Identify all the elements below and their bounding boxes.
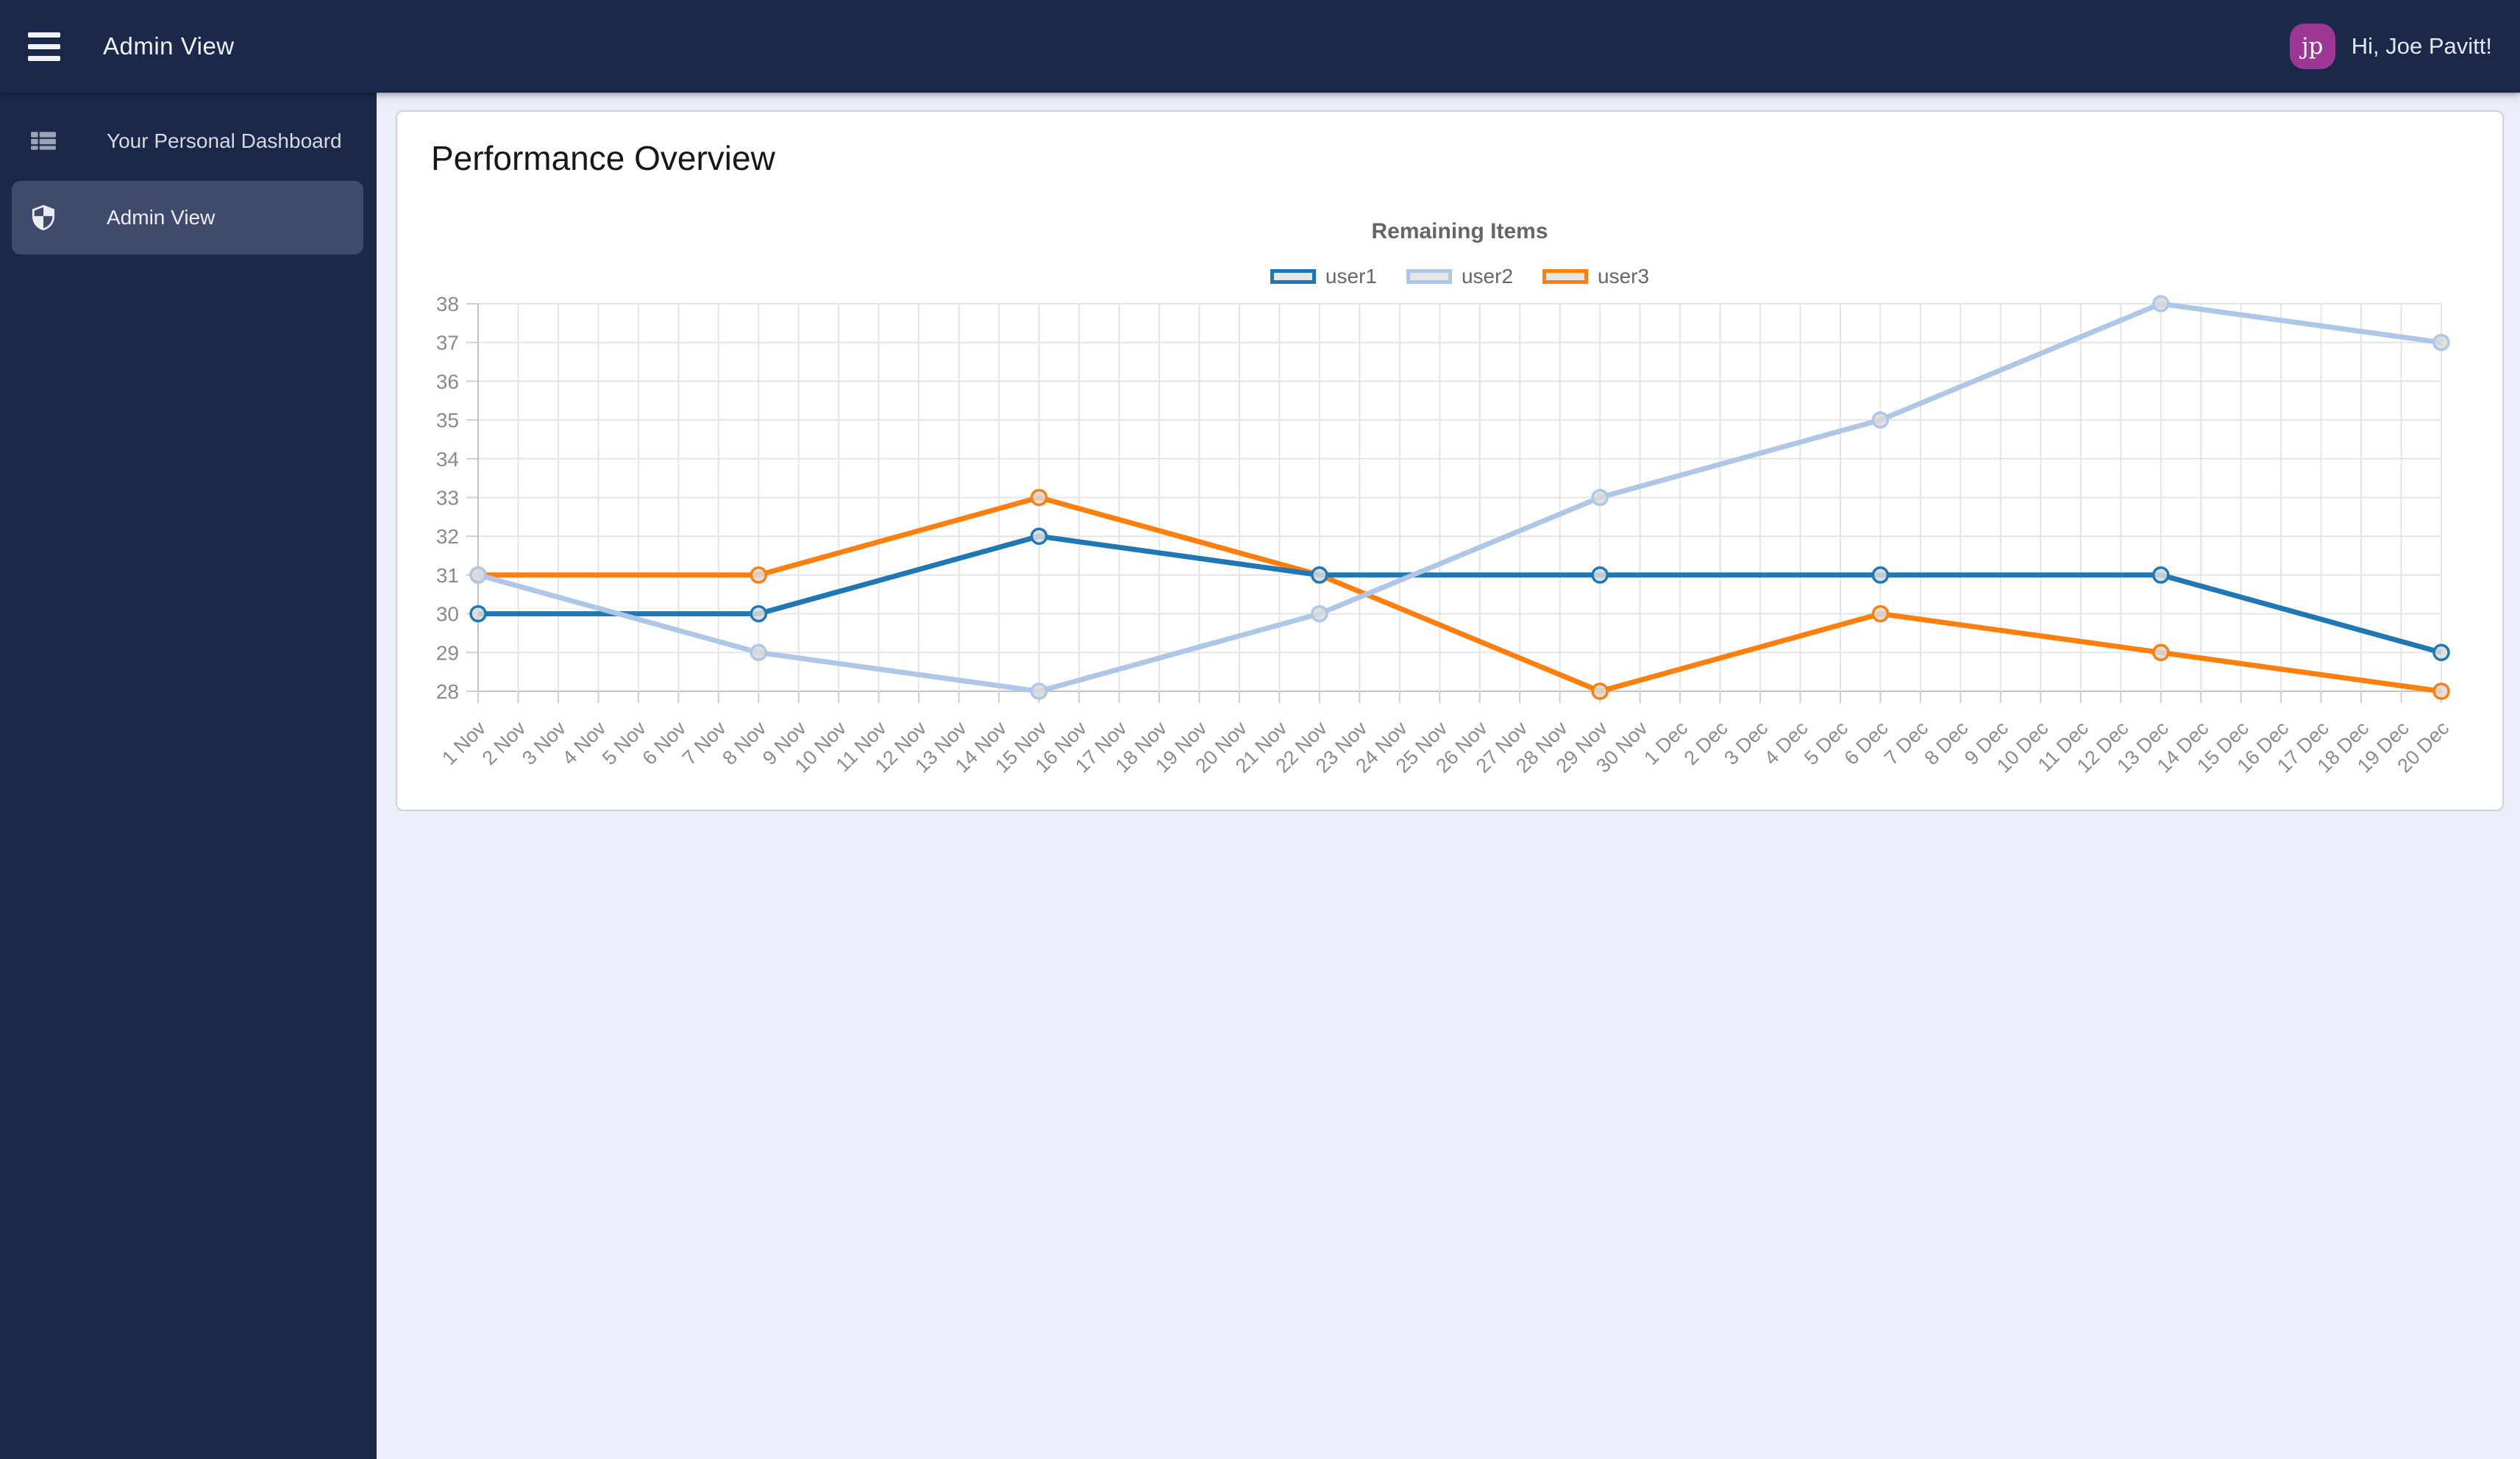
sidebar-item-your-personal-dashboard[interactable]: Your Personal Dashboard: [12, 104, 363, 178]
chart-svg: 28 29 30 31 32 33 34 35 36 37 38 1 Nov2 Nov3 Nov4 N…: [436, 293, 2453, 777]
app-title: Admin View: [103, 32, 235, 60]
svg-text:37: 37: [436, 332, 459, 354]
svg-text:33: 33: [436, 487, 459, 510]
svg-text:30: 30: [436, 603, 459, 626]
sidebar-item-admin-view[interactable]: Admin View: [12, 181, 363, 254]
sidebar: Your Personal Dashboard Admin View: [0, 93, 377, 1459]
svg-text:7 Nov: 7 Nov: [678, 717, 730, 769]
sidebar-item-label: Your Personal Dashboard: [107, 129, 342, 152]
svg-text:36: 36: [436, 370, 459, 393]
greeting-text: Hi, Joe Pavitt!: [2351, 33, 2492, 59]
main-content: Performance Overview Remaining Items use…: [377, 93, 2520, 1459]
svg-text:29: 29: [436, 641, 459, 664]
svg-text:1 Nov: 1 Nov: [438, 717, 490, 769]
svg-text:28: 28: [436, 680, 459, 703]
svg-text:3 Dec: 3 Dec: [1720, 717, 1772, 769]
dashboard-icon: [29, 127, 57, 155]
svg-text:6 Nov: 6 Nov: [638, 717, 690, 769]
menu-button[interactable]: [28, 29, 60, 64]
svg-text:7 Dec: 7 Dec: [1880, 717, 1932, 769]
performance-card: Performance Overview Remaining Items use…: [396, 110, 2504, 811]
svg-text:35: 35: [436, 409, 459, 432]
user-area: jp Hi, Joe Pavitt!: [2289, 24, 2492, 69]
svg-text:2 Nov: 2 Nov: [478, 717, 530, 769]
svg-text:5 Nov: 5 Nov: [598, 717, 650, 769]
svg-text:6 Dec: 6 Dec: [1840, 717, 1893, 769]
svg-text:3 Nov: 3 Nov: [518, 717, 570, 769]
svg-text:38: 38: [436, 293, 459, 315]
avatar[interactable]: jp: [2289, 24, 2335, 69]
svg-text:8 Dec: 8 Dec: [1921, 717, 1973, 769]
sidebar-item-label: Admin View: [107, 206, 216, 229]
svg-text:31: 31: [436, 564, 459, 587]
svg-text:4 Dec: 4 Dec: [1760, 717, 1812, 769]
svg-text:8 Nov: 8 Nov: [718, 717, 770, 769]
svg-text:2 Dec: 2 Dec: [1680, 717, 1732, 769]
svg-text:5 Dec: 5 Dec: [1800, 717, 1852, 769]
navbar: Admin View jp Hi, Joe Pavitt!: [0, 0, 2520, 93]
shield-icon: [29, 204, 57, 232]
svg-text:4 Nov: 4 Nov: [558, 717, 611, 769]
svg-text:1 Dec: 1 Dec: [1640, 717, 1692, 769]
hamburger-icon: [28, 32, 60, 38]
svg-text:32: 32: [436, 525, 459, 548]
svg-text:34: 34: [436, 448, 459, 471]
